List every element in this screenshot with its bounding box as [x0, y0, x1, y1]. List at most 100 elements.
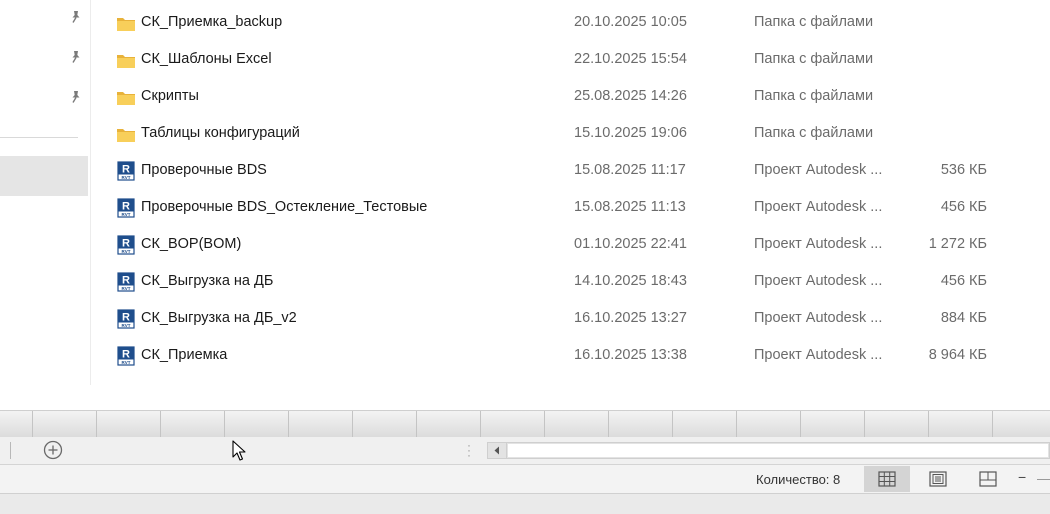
file-date-modified: 25.08.2025 14:26 [574, 88, 687, 104]
grid-column-line [96, 411, 97, 437]
file-size: 456 КБ [940, 199, 987, 215]
page-layout-icon[interactable] [915, 466, 961, 492]
grid-column-line [800, 411, 801, 437]
svg-text:RVT: RVT [122, 286, 131, 291]
revit-file-icon: R RVT [117, 235, 137, 255]
file-row[interactable]: СК_Приемка_backup 20.10.2025 10:05 Папка с… [0, 6, 1050, 43]
count-label: Количество: 8 [756, 472, 841, 487]
file-row[interactable]: Скрипты 25.08.2025 14:26 Папка с файлами [0, 80, 1050, 117]
file-size: 1 272 КБ [928, 236, 987, 252]
file-type: Проект Autodesk ... [754, 273, 883, 289]
revit-file-icon: R RVT [117, 309, 137, 329]
file-row[interactable]: СК_Шаблоны Excel 22.10.2025 15:54 Папка с … [0, 43, 1050, 80]
svg-text:R: R [122, 275, 130, 287]
file-date-modified: 22.10.2025 15:54 [574, 51, 687, 67]
sheet-tab-bar: · · · [0, 437, 1050, 465]
grid-column-line [416, 411, 417, 437]
folder-icon [116, 89, 136, 107]
scrollbar-thumb[interactable] [508, 444, 1048, 457]
page-break-preview-icon[interactable] [965, 466, 1011, 492]
file-size: 884 КБ [940, 310, 987, 326]
triangle-left-icon[interactable] [488, 443, 507, 458]
grid-column-line [672, 411, 673, 437]
grid-column-line [544, 411, 545, 437]
grid-column-line [480, 411, 481, 437]
grid-column-line [352, 411, 353, 437]
grid-column-line [32, 411, 33, 437]
split-handle-icon[interactable]: · · · [467, 439, 471, 461]
grid-column-line [928, 411, 929, 437]
file-row[interactable]: R RVT Проверочные BDS_Остекление_Тестовые 1… [0, 191, 1050, 228]
svg-text:R: R [122, 312, 130, 324]
file-date-modified: 20.10.2025 10:05 [574, 14, 687, 30]
file-name: СК_Приемка_backup [141, 14, 283, 30]
folder-icon [116, 52, 136, 70]
svg-text:RVT: RVT [122, 323, 131, 328]
file-name: Скрипты [141, 88, 199, 104]
plus-circle-icon[interactable] [43, 440, 63, 460]
file-row[interactable]: R RVT СК_Выгрузка на ДБ_v2 16.10.2025 13:27… [0, 302, 1050, 339]
file-name: СК_Шаблоны Excel [141, 51, 272, 67]
file-type: Проект Autodesk ... [754, 236, 883, 252]
zoom-out-icon[interactable]: − [1018, 469, 1026, 485]
revit-file-icon: R RVT [117, 161, 137, 181]
file-type: Папка с файлами [754, 51, 874, 67]
file-name: Проверочные BDS_Остекление_Тестовые [141, 199, 428, 215]
file-name: Проверочные BDS [141, 162, 267, 178]
status-bar: Количество: 8 − [0, 465, 1050, 494]
file-explorer: СК_Приемка_backup 20.10.2025 10:05 Папка с… [0, 0, 1050, 410]
horizontal-scrollbar[interactable] [487, 442, 1050, 459]
file-date-modified: 15.08.2025 11:13 [574, 199, 686, 215]
grid-column-line [160, 411, 161, 437]
file-name: Таблицы конфигураций [141, 125, 300, 141]
file-size: 456 КБ [940, 273, 987, 289]
revit-file-icon: R RVT [117, 272, 137, 292]
svg-text:RVT: RVT [122, 212, 131, 217]
normal-view-icon[interactable] [864, 466, 910, 492]
file-row[interactable]: R RVT СК_BOP(BOM) 01.10.2025 22:41 Проект Au… [0, 228, 1050, 265]
file-type: Проект Autodesk ... [754, 162, 883, 178]
revit-file-icon: R RVT [117, 346, 137, 366]
file-type: Проект Autodesk ... [754, 199, 883, 215]
grid-column-line [224, 411, 225, 437]
taskbar-edge [0, 494, 1050, 514]
tab-separator [10, 442, 11, 459]
file-size: 536 КБ [940, 162, 987, 178]
worksheet-grid-peek [0, 410, 1050, 438]
file-date-modified: 15.10.2025 19:06 [574, 125, 687, 141]
folder-icon [116, 126, 136, 144]
grid-column-line [864, 411, 865, 437]
file-size: 8 964 КБ [928, 347, 987, 363]
file-name: СК_BOP(BOM) [141, 236, 242, 252]
revit-file-icon: R RVT [117, 198, 137, 218]
file-row[interactable]: Таблицы конфигураций 15.10.2025 19:06 Папк… [0, 117, 1050, 154]
file-date-modified: 16.10.2025 13:38 [574, 347, 687, 363]
file-type: Папка с файлами [754, 14, 874, 30]
svg-text:RVT: RVT [122, 360, 131, 365]
folder-icon [116, 15, 136, 33]
file-type: Проект Autodesk ... [754, 347, 883, 363]
mouse-pointer-icon [232, 440, 246, 462]
grid-column-line [608, 411, 609, 437]
svg-text:R: R [122, 238, 130, 250]
svg-text:RVT: RVT [122, 249, 131, 254]
zoom-slider[interactable] [1037, 479, 1050, 480]
file-type: Папка с файлами [754, 88, 874, 104]
grid-column-line [288, 411, 289, 437]
file-name: СК_Выгрузка на ДБ [141, 273, 274, 289]
file-name: СК_Выгрузка на ДБ_v2 [141, 310, 297, 326]
svg-text:RVT: RVT [122, 175, 131, 180]
file-date-modified: 14.10.2025 18:43 [574, 273, 687, 289]
file-name: СК_Приемка [141, 347, 228, 363]
file-row[interactable]: R RVT СК_Выгрузка на ДБ 14.10.2025 18:43 Про… [0, 265, 1050, 302]
file-type: Проект Autodesk ... [754, 310, 883, 326]
file-date-modified: 01.10.2025 22:41 [574, 236, 687, 252]
file-row[interactable]: R RVT СК_Приемка 16.10.2025 13:38 Проект Aut… [0, 339, 1050, 376]
file-date-modified: 15.08.2025 11:17 [574, 162, 686, 178]
grid-column-line [736, 411, 737, 437]
file-type: Папка с файлами [754, 125, 874, 141]
svg-text:R: R [122, 164, 130, 176]
file-row[interactable]: R RVT Проверочные BDS 15.08.2025 11:17 Проек… [0, 154, 1050, 191]
svg-text:R: R [122, 201, 130, 213]
file-date-modified: 16.10.2025 13:27 [574, 310, 687, 326]
